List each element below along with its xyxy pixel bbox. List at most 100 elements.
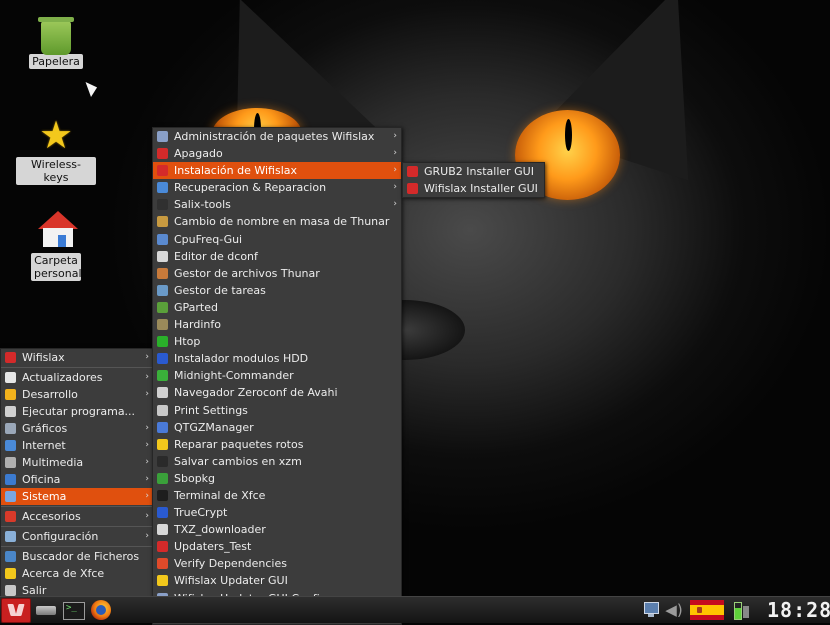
network-icon[interactable] — [641, 597, 661, 623]
sistema-menu-item-instalacion-de-wifislax[interactable]: Instalación de Wifislax › — [153, 162, 401, 180]
start-menu-icon — [9, 604, 23, 616]
chevron-right-icon: › — [393, 148, 397, 159]
sistema-menu-item-reparar-paquetes-rotos[interactable]: Reparar paquetes rotos — [153, 436, 401, 453]
sistema-menu-item-hardinfo[interactable]: Hardinfo — [153, 316, 401, 333]
clock[interactable]: 18:28 — [767, 597, 830, 623]
install-menu-item-grub2-installer-gui[interactable]: GRUB2 Installer GUI — [403, 163, 544, 180]
chevron-right-icon: › — [393, 182, 397, 193]
sistema-menu-item-apagado[interactable]: Apagado › — [153, 145, 401, 162]
install-menu-item-wifislax-installer-gui[interactable]: Wifislax Installer GUI — [403, 180, 544, 197]
sistema-menu-item-qtgzmanager[interactable]: QTGZManager — [153, 419, 401, 436]
sistema-menu-item-navegador-zeroconf-de-avahi[interactable]: Navegador Zeroconf de Avahi — [153, 384, 401, 401]
chevron-right-icon: › — [393, 199, 397, 210]
hdd-module-icon — [157, 353, 168, 365]
sistema-menu-item-gestor-de-tareas[interactable]: Gestor de tareas — [153, 282, 401, 299]
system-gear-icon — [5, 491, 16, 502]
main-menu-item-ejecutar-programa[interactable]: Ejecutar programa... — [1, 403, 153, 420]
sistema-menu-item-label: CpuFreq-Gui — [174, 232, 243, 246]
sistema-menu-item-label: Editor de dconf — [174, 249, 258, 263]
chevron-right-icon: › — [145, 491, 149, 501]
chevron-right-icon: › — [145, 511, 149, 521]
sistema-menu-item-htop[interactable]: Htop — [153, 333, 401, 350]
main-menu-item-internet[interactable]: Internet › — [1, 437, 153, 454]
accessories-icon — [5, 511, 16, 522]
cpu-icon — [157, 233, 168, 245]
desktop-icon-wireless-keys[interactable]: ★ Wireless-keys — [16, 115, 96, 185]
sistema-menu-item-label: Apagado — [174, 147, 223, 161]
sistema-menu-item-cambio-de-nombre-en-masa-de-thunar[interactable]: Cambio de nombre en masa de Thunar — [153, 213, 401, 230]
sistema-menu-item-label: Reparar paquetes rotos — [174, 437, 304, 451]
wifislax-icon — [5, 352, 16, 363]
volume-icon[interactable]: ◀) — [664, 597, 684, 623]
firefox-icon[interactable] — [90, 598, 112, 621]
main-menu-item-configuracion[interactable]: Configuración › — [1, 528, 153, 545]
dconf-icon — [157, 250, 168, 262]
main-menu-item-acerca-de-xfce[interactable]: Acerca de Xfce — [1, 565, 153, 582]
main-menu-item-graficos[interactable]: Gráficos › — [1, 420, 153, 437]
sistema-menu-item-gestor-de-archivos-thunar[interactable]: Gestor de archivos Thunar — [153, 265, 401, 282]
desktop-icon-trash[interactable]: Papelera — [16, 17, 96, 69]
task-manager-icon — [157, 284, 168, 296]
chevron-right-icon: › — [145, 531, 149, 541]
main-menu-item-buscador-de-ficheros[interactable]: Buscador de Ficheros — [1, 548, 153, 565]
avahi-icon — [157, 387, 168, 399]
main-menu-item-sistema[interactable]: Sistema › — [1, 488, 153, 505]
sistema-menu-item-cpufreq-gui[interactable]: CpuFreq-Gui — [153, 231, 401, 248]
sistema-menu-item-verify-dependencies[interactable]: Verify Dependencies — [153, 555, 401, 572]
sistema-menu-item-truecrypt[interactable]: TrueCrypt — [153, 504, 401, 521]
sistema-menu-item-label: Navegador Zeroconf de Avahi — [174, 386, 338, 400]
menu-separator — [1, 546, 153, 547]
sistema-menu-item-salvar-cambios-en-xzm[interactable]: Salvar cambios en xzm — [153, 453, 401, 470]
save-xzm-icon — [157, 455, 168, 467]
sistema-menu-item-midnight-commander[interactable]: Midnight-Commander — [153, 367, 401, 384]
sistema-menu-item-label: Instalación de Wifislax — [174, 164, 298, 178]
file-search-icon — [5, 551, 16, 562]
sistema-menu-item-txz-downloader[interactable]: TXZ_downloader — [153, 521, 401, 538]
sistema-menu-item-label: Instalador modulos HDD — [174, 352, 309, 366]
shutdown-icon — [157, 148, 168, 160]
sistema-menu-item-updaters-test[interactable]: Updaters_Test — [153, 538, 401, 555]
gparted-icon — [157, 301, 168, 313]
sistema-menu-item-recuperacion-reparacion[interactable]: Recuperacion & Reparacion › — [153, 179, 401, 196]
sistema-menu-item-gparted[interactable]: GParted — [153, 299, 401, 316]
main-menu-item-label: Ejecutar programa... — [22, 405, 136, 418]
wifislax-install-icon — [157, 165, 168, 177]
main-menu-item-multimedia[interactable]: Multimedia › — [1, 454, 153, 471]
run-icon — [5, 406, 16, 417]
sistema-menu-item-editor-de-dconf[interactable]: Editor de dconf — [153, 248, 401, 265]
home-folder-icon — [36, 211, 78, 251]
main-menu-item-label: Accesorios — [22, 510, 81, 523]
sistema-menu-item-terminal-de-xfce[interactable]: Terminal de Xfce — [153, 487, 401, 504]
sistema-menu-item-label: Verify Dependencies — [174, 557, 287, 571]
main-menu-item-oficina[interactable]: Oficina › — [1, 471, 153, 488]
txz-download-icon — [157, 524, 168, 536]
sistema-menu-item-salix-tools[interactable]: Salix-tools › — [153, 196, 401, 213]
package-admin-icon — [157, 131, 168, 142]
desktop-icon-home-folder[interactable]: Carpeta personal — [16, 211, 96, 281]
sistema-menu-item-label: Terminal de Xfce — [174, 488, 266, 502]
main-menu-item-actualizadores[interactable]: Actualizadores › — [1, 369, 153, 386]
main-menu-item-wifislax[interactable]: Wifislax › — [1, 349, 153, 366]
wifislax-installer-icon — [407, 183, 418, 194]
sistema-menu-item-label: Midnight-Commander — [174, 369, 294, 383]
sistema-menu-item-label: Salix-tools — [174, 198, 231, 212]
drive-icon[interactable] — [36, 598, 56, 621]
exit-icon — [5, 585, 16, 596]
sistema-menu-item-wifislax-updater-gui[interactable]: Wifislax Updater GUI — [153, 572, 401, 589]
install-menu-item-label: GRUB2 Installer GUI — [424, 165, 534, 178]
sistema-menu-item-label: Recuperacion & Reparacion — [174, 181, 327, 195]
main-menu-item-desarrollo[interactable]: Desarrollo › — [1, 386, 153, 403]
sistema-menu-item-print-settings[interactable]: Print Settings — [153, 402, 401, 419]
main-menu-item-label: Actualizadores — [22, 371, 103, 384]
sistema-menu-item-instalador-modulos-hdd[interactable]: Instalador modulos HDD — [153, 350, 401, 367]
start-menu-button[interactable] — [1, 598, 31, 623]
sbopkg-icon — [157, 472, 168, 484]
main-menu-item-label: Wifislax — [22, 351, 65, 364]
battery-icon[interactable] — [730, 597, 754, 623]
thunar-icon — [157, 267, 168, 279]
sistema-menu-item-sbopkg[interactable]: Sbopkg — [153, 470, 401, 487]
main-menu-item-accesorios[interactable]: Accesorios › — [1, 508, 153, 525]
spain-flag-icon[interactable] — [690, 600, 724, 620]
sistema-menu-item-administracion-de-paquetes-wifislax[interactable]: Administración de paquetes Wifislax › — [153, 128, 401, 145]
terminal-icon[interactable] — [62, 598, 85, 621]
